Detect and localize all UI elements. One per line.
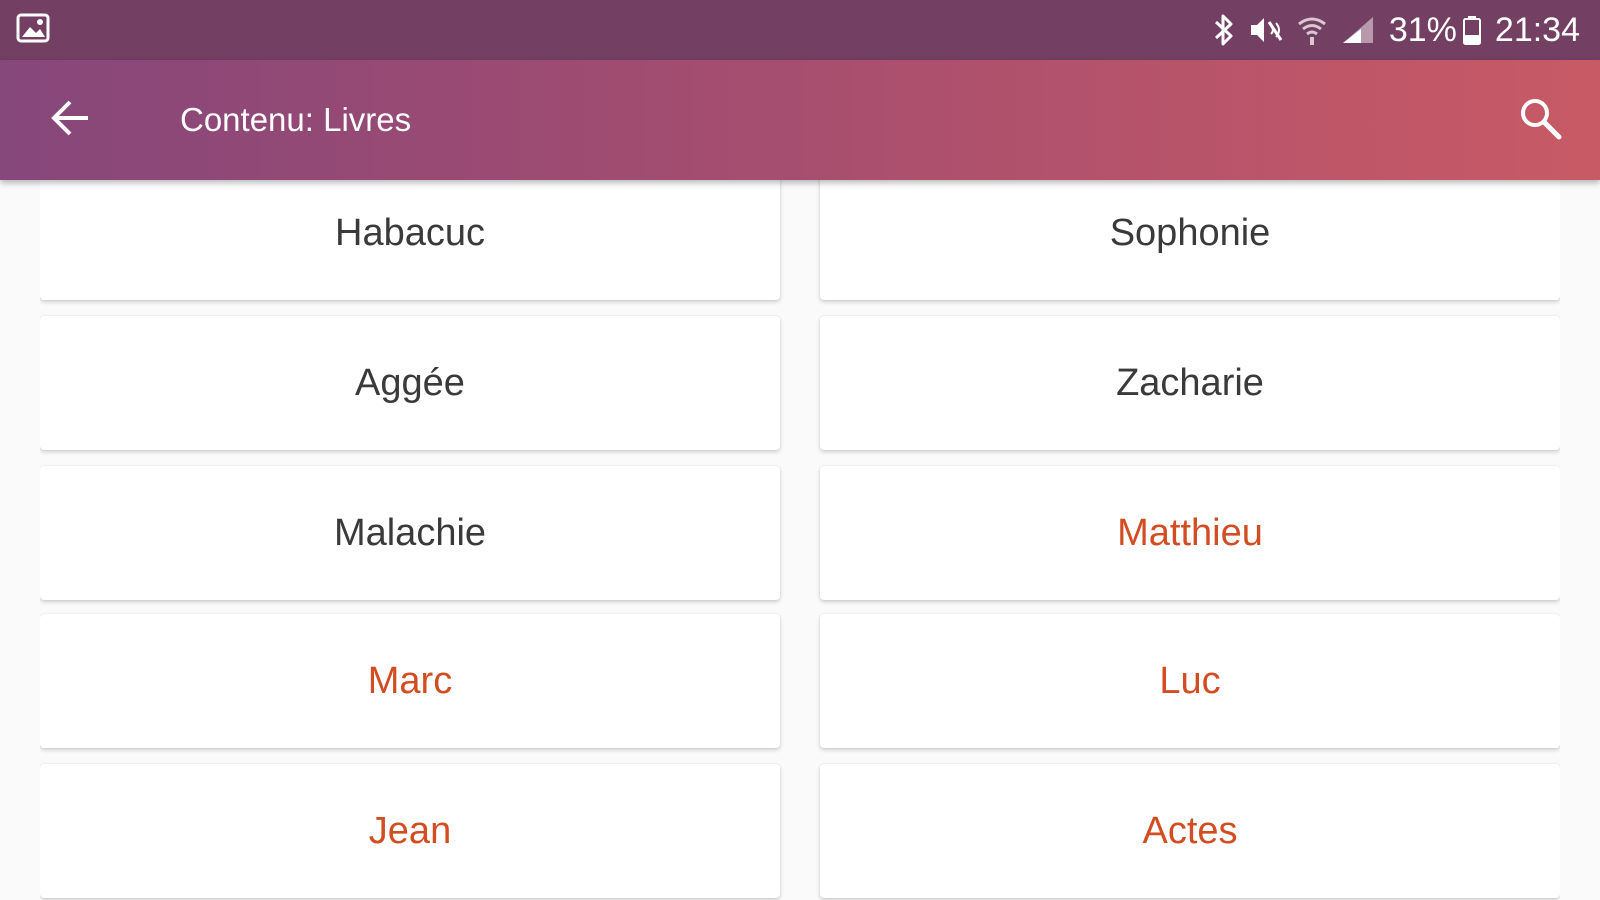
- book-card-malachie[interactable]: Malachie: [40, 466, 780, 600]
- search-button[interactable]: [1490, 60, 1590, 180]
- book-card-actes[interactable]: Actes: [820, 764, 1560, 898]
- back-arrow-icon: [48, 96, 92, 145]
- book-card-zacharie[interactable]: Zacharie: [820, 316, 1560, 450]
- gallery-notification-icon: [16, 13, 50, 48]
- book-label: Marc: [367, 659, 453, 702]
- battery-icon: [1462, 15, 1481, 45]
- battery-percent: 31%: [1388, 10, 1457, 49]
- back-button[interactable]: [0, 60, 140, 180]
- book-label: Habacuc: [335, 211, 485, 254]
- book-card-habacuc[interactable]: Habacuc: [40, 180, 780, 300]
- book-label: Matthieu: [1117, 511, 1263, 554]
- book-grid: Habacuc Sophonie Aggée Zacharie Malachie…: [40, 180, 1560, 900]
- mute-vibrate-icon: [1249, 14, 1283, 46]
- book-card-sophonie[interactable]: Sophonie: [820, 180, 1560, 300]
- book-card-jean[interactable]: Jean: [40, 764, 780, 898]
- book-label: Zacharie: [1116, 361, 1264, 404]
- app-bar: Contenu: Livres: [0, 60, 1600, 180]
- book-label: Luc: [1159, 659, 1221, 702]
- book-label: Aggée: [355, 361, 465, 404]
- clock-time: 21:34: [1494, 10, 1580, 49]
- status-bar: 31% 21:34: [0, 0, 1600, 60]
- book-card-aggee[interactable]: Aggée: [40, 316, 780, 450]
- book-label: Actes: [1142, 809, 1238, 852]
- book-label: Malachie: [333, 511, 487, 554]
- book-label: Sophonie: [1109, 211, 1271, 254]
- book-card-luc[interactable]: Luc: [820, 614, 1560, 748]
- book-card-marc[interactable]: Marc: [40, 614, 780, 748]
- page-title: Contenu: Livres: [180, 101, 412, 138]
- wifi-icon: [1297, 14, 1327, 46]
- search-icon: [1517, 95, 1563, 146]
- bluetooth-icon: [1213, 13, 1235, 47]
- book-card-matthieu[interactable]: Matthieu: [820, 466, 1560, 600]
- book-label: Jean: [368, 809, 452, 852]
- cell-signal-icon: [1341, 15, 1375, 45]
